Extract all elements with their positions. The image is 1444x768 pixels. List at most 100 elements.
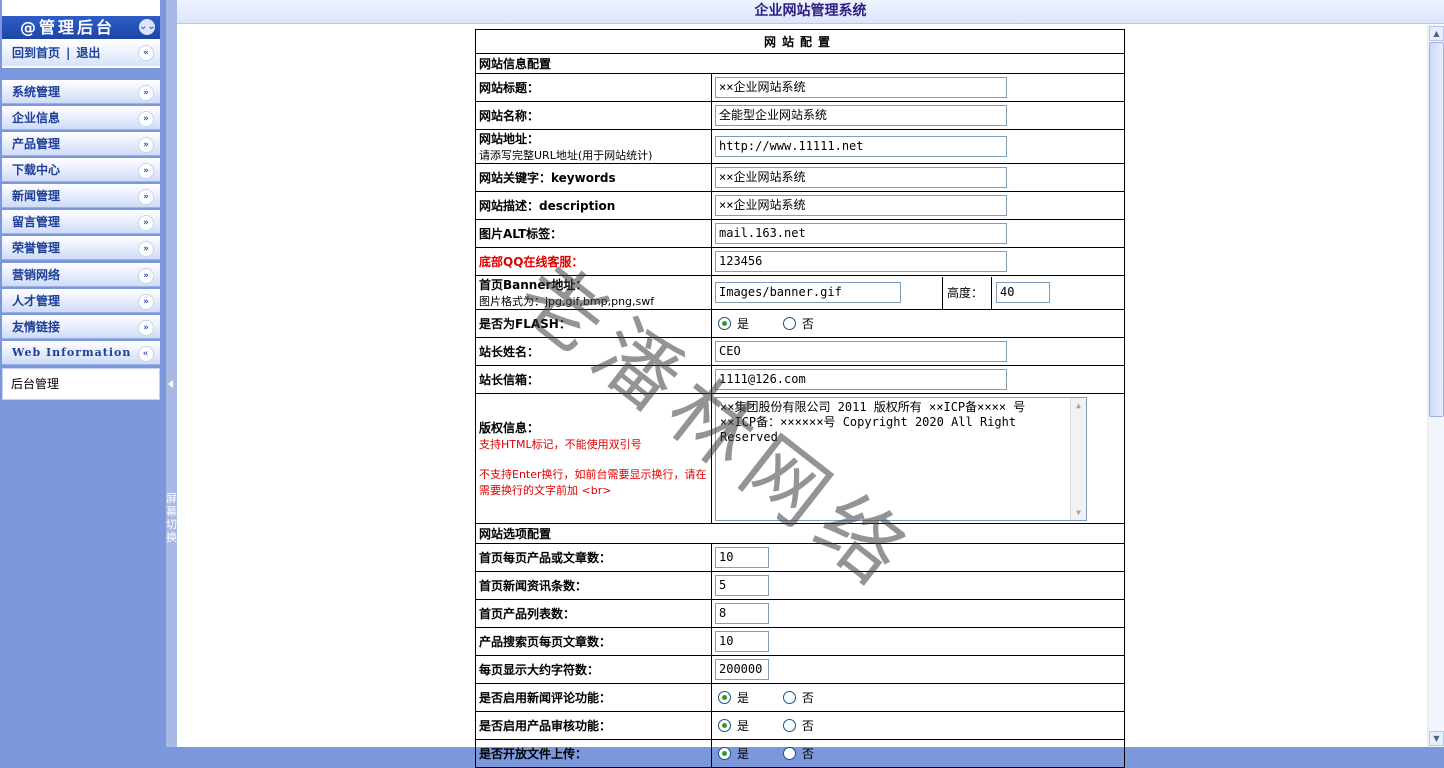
content-area: 网站配置 网站信息配置 网站标题： ××企业网站系统 网站名称： 全能型企业网站…: [177, 25, 1444, 768]
banner-row: Images/banner.gif 高度： 40: [712, 276, 1124, 309]
home-product-list-input[interactable]: 8: [715, 603, 769, 624]
site-title-label: 网站标题：: [475, 73, 712, 102]
home-products-label: 首页每页产品或文章数：: [475, 543, 712, 572]
site-url-label: 网站地址：: [479, 132, 540, 146]
home-news-label: 首页新闻资讯条数：: [475, 571, 712, 600]
chevron-down-icon: »: [138, 294, 154, 310]
sub-item-admin[interactable]: 后台管理: [11, 377, 59, 391]
copyright-text: ××集团股份有限公司 2011 版权所有 ××ICP备×××× 号 ××ICP备…: [720, 399, 1026, 444]
file-upload-label: 是否开放文件上传：: [475, 739, 712, 768]
alt-input[interactable]: mail.163.net: [715, 223, 1007, 244]
home-news-input[interactable]: 5: [715, 575, 769, 596]
news-comment-no-radio[interactable]: [782, 691, 796, 704]
product-audit-yes-radio[interactable]: [718, 719, 731, 732]
textarea-scrollbar[interactable]: ▲ ▼: [1070, 397, 1086, 520]
menu-marketing[interactable]: 营销网络 »: [2, 263, 160, 287]
news-comment-yes-radio[interactable]: [718, 691, 731, 704]
flash-no-radio[interactable]: [782, 317, 796, 330]
link-separator: |: [66, 46, 71, 60]
page-scrollbar[interactable]: ▲ ▼: [1427, 25, 1444, 747]
menu-news[interactable]: 新闻管理 »: [2, 184, 160, 208]
chevron-down-icon: »: [138, 163, 154, 179]
menu-talent[interactable]: 人才管理 »: [2, 289, 160, 313]
chevron-left-icon[interactable]: «: [138, 45, 154, 61]
section-site-options: 网站选项配置: [475, 523, 1125, 544]
alt-label: 图片ALT标签：: [475, 219, 712, 248]
chevron-down-icon: »: [138, 137, 154, 153]
banner-label: 首页Banner地址：: [479, 278, 588, 292]
menu-honors[interactable]: 荣誉管理 »: [2, 236, 160, 260]
owner-input[interactable]: CEO: [715, 341, 1007, 362]
qq-input[interactable]: 123456: [715, 251, 1007, 272]
splitter-label: 屏幕切换: [166, 492, 177, 544]
menu-label: 下载中心: [12, 163, 61, 177]
main-panel: 企业网站管理系统 网站配置 网站信息配置 网站标题： ××企业网站系统 网站名称…: [177, 0, 1444, 768]
site-title-input[interactable]: ××企业网站系统: [715, 77, 1007, 98]
logout-link[interactable]: 退出: [76, 46, 100, 60]
file-upload-no-radio[interactable]: [782, 747, 796, 760]
banner-input[interactable]: Images/banner.gif: [715, 282, 901, 303]
flash-label: 是否为FLASH：: [475, 309, 712, 338]
flash-yes-radio[interactable]: [718, 317, 731, 330]
news-comment-yes-label: 是: [737, 691, 750, 705]
owner-label: 站长姓名：: [475, 337, 712, 366]
qq-label: 底部QQ在线客服：: [475, 247, 712, 276]
banner-note: 图片格式为：jpg,gif,bmp,png,swf: [479, 295, 655, 308]
collapse-icon[interactable]: ⌄⌄: [139, 19, 156, 35]
copyright-textarea[interactable]: ××集团股份有限公司 2011 版权所有 ××ICP备×××× 号 ××ICP备…: [715, 396, 1087, 521]
menu-links[interactable]: 友情链接 »: [2, 315, 160, 339]
screen-splitter[interactable]: 屏幕切换: [166, 0, 177, 747]
site-name-input[interactable]: 全能型企业网站系统: [715, 105, 1007, 126]
site-url-label-cell: 网站地址： 请添写完整URL地址(用于网站统计): [475, 129, 712, 164]
email-input[interactable]: 1111@126.com: [715, 369, 1007, 390]
product-audit-no-radio[interactable]: [782, 719, 796, 732]
sidebar-brand: @管理后台 ⌄⌄: [2, 16, 160, 39]
page-title: 企业网站管理系统: [177, 0, 1444, 24]
menu-label: 营销网络: [12, 268, 61, 282]
scroll-down-icon[interactable]: ▼: [1073, 507, 1084, 518]
product-audit-no-label: 否: [801, 719, 814, 733]
collapse-arrow-icon[interactable]: [168, 380, 173, 388]
banner-input-wrap: Images/banner.gif: [712, 282, 942, 303]
file-upload-yes-radio[interactable]: [718, 747, 731, 760]
description-input[interactable]: ××企业网站系统: [715, 195, 1007, 216]
keywords-input[interactable]: ××企业网站系统: [715, 167, 1007, 188]
chevron-down-icon: »: [138, 189, 154, 205]
search-per-page-input[interactable]: 10: [715, 631, 769, 652]
chevron-up-icon: «: [138, 346, 154, 362]
scroll-up-icon[interactable]: ▲: [1429, 26, 1444, 41]
flash-no-label: 否: [801, 317, 814, 331]
menu-label: 荣誉管理: [12, 241, 61, 255]
keywords-label: 网站关键字：keywords: [475, 163, 712, 192]
menu-label: 人才管理: [12, 294, 61, 308]
menu-products[interactable]: 产品管理 »: [2, 132, 160, 156]
home-logout-row: 回到首页 | 退出 «: [2, 40, 160, 66]
menu-label: 留言管理: [12, 215, 61, 229]
config-table: 网站配置 网站信息配置 网站标题： ××企业网站系统 网站名称： 全能型企业网站…: [475, 29, 1125, 768]
max-chars-input[interactable]: 200000: [715, 659, 769, 680]
copyright-label-cell: 版权信息： 支持HTML标记，不能使用双引号 不支持Enter换行，如前台需要显…: [475, 393, 712, 524]
height-input[interactable]: 40: [996, 282, 1050, 303]
menu-messages[interactable]: 留言管理 »: [2, 210, 160, 234]
brand-title: @管理后台: [20, 18, 116, 37]
scroll-down-icon[interactable]: ▼: [1429, 731, 1444, 746]
email-label: 站长信箱：: [475, 365, 712, 394]
copyright-note-enter: 不支持Enter换行，如前台需要显示换行，请在需要换行的文字前加 <br>: [479, 468, 707, 497]
scroll-thumb[interactable]: [1429, 42, 1444, 417]
chevron-down-icon: »: [138, 85, 154, 101]
menu-web-information[interactable]: Web Information «: [2, 341, 160, 365]
menu-downloads[interactable]: 下载中心 »: [2, 158, 160, 182]
menu-label: 产品管理: [12, 137, 61, 151]
copyright-note-html: 支持HTML标记，不能使用双引号: [479, 438, 642, 451]
menu-company[interactable]: 企业信息 »: [2, 106, 160, 130]
scroll-up-icon[interactable]: ▲: [1073, 400, 1084, 411]
max-chars-label: 每页显示大约字符数：: [475, 655, 712, 684]
chevron-down-icon: »: [138, 268, 154, 284]
file-upload-no-label: 否: [801, 747, 814, 761]
home-link[interactable]: 回到首页: [12, 46, 60, 60]
menu-label: Web Information: [12, 346, 132, 359]
menu-label: 友情链接: [12, 320, 61, 334]
site-url-input[interactable]: http://www.11111.net: [715, 136, 1007, 157]
home-products-input[interactable]: 10: [715, 547, 769, 568]
menu-system[interactable]: 系统管理 »: [2, 80, 160, 104]
